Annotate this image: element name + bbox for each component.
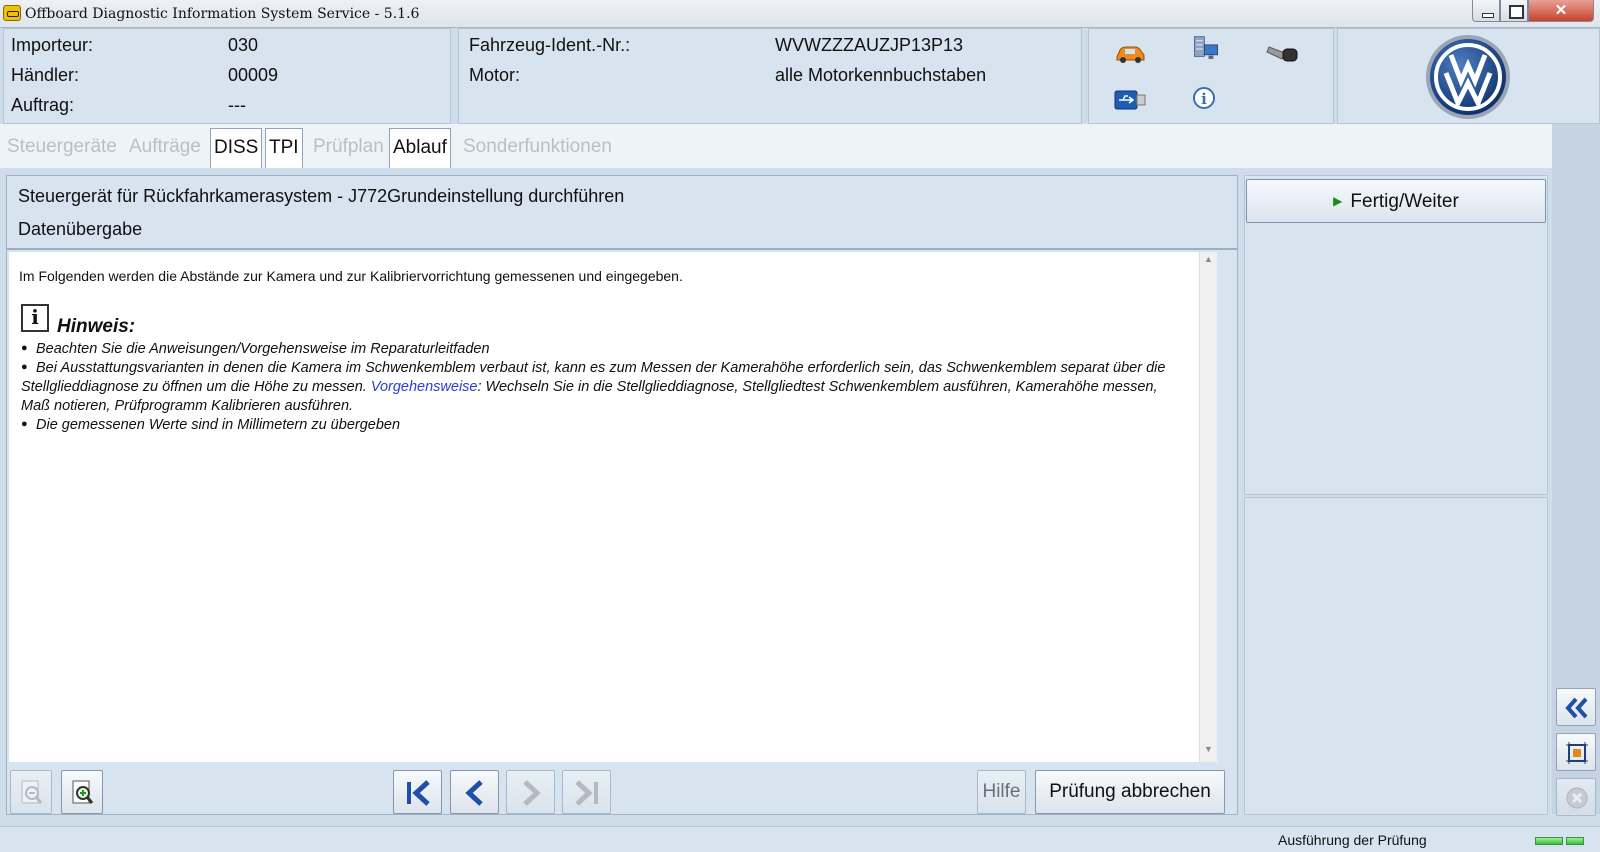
logo-panel [1337,28,1600,124]
title-bar: Offboard Diagnostic Information System S… [0,0,1600,28]
tab-pruefplan[interactable]: Prüfplan [310,128,387,168]
window-title: Offboard Diagnostic Information System S… [25,6,420,22]
tab-sonderfunktionen[interactable]: Sonderfunktionen [460,128,615,168]
importeur-value: 030 [228,35,259,55]
cancel-session-button[interactable] [1556,778,1596,816]
order-info-panel: Importeur: 030 Händler: 00009 Auftrag: -… [3,28,451,124]
importeur-label: Importeur: [11,35,94,55]
status-text: Ausführung der Prüfung [1278,832,1427,848]
help-button[interactable]: Hilfe [977,770,1026,814]
close-circle-icon [1566,787,1588,809]
auftrag-value: --- [228,95,246,115]
tab-bar: Steuergeräte Aufträge DISS TPI Prüfplan … [0,124,1552,168]
list-item: ● Die gemessenen Werte sind in Millimeter… [21,417,401,433]
fin-label: Fahrzeug-Ident.-Nr.: [469,35,631,55]
hinweis-heading: Hinweis: [57,316,136,337]
car-icon[interactable] [1113,39,1147,67]
scroll-down-icon[interactable]: ▼ [1200,744,1217,760]
vehicle-info-panel: Fahrzeug-Ident.-Nr.: WVWZZZAUZJP13P13 Mo… [458,28,1082,124]
step-header: Steuergerät für Rückfahrkamerasystem - J… [7,176,1237,250]
maximize-button[interactable] [1500,0,1528,22]
progress-indicator [1566,837,1584,845]
screenshot-button[interactable] [1556,733,1596,771]
auftrag-label: Auftrag: [11,95,75,115]
step-title: Steuergerät für Rückfahrkamerasystem - J… [18,186,625,206]
step-subtitle: Datenübergabe [18,219,143,239]
minimize-button[interactable] [1472,0,1500,22]
list-item: ● Bei Ausstattungsvarianten in denen die … [21,360,1166,414]
status-bar: Ausführung der Prüfung [0,826,1600,852]
key-icon[interactable] [1265,39,1299,67]
next-step-button[interactable] [506,770,555,814]
hint-list: ● Beachten Sie die Anweisungen/Vorgehensw… [21,340,1181,435]
first-step-button[interactable] [393,770,442,814]
previous-step-button[interactable] [450,770,499,814]
usb-icon[interactable] [1113,87,1147,115]
haendler-value: 00009 [228,65,279,85]
haendler-label: Händler: [11,65,80,85]
network-computer-icon[interactable] [1189,35,1223,63]
info-box-icon: i [21,304,49,332]
list-item: ● Beachten Sie die Anweisungen/Vorgehensw… [21,341,490,357]
motor-label: Motor: [469,65,521,85]
tab-steuergeraete[interactable]: Steuergeräte [4,128,120,168]
app-icon [3,5,21,21]
info-icon[interactable]: i [1189,85,1223,113]
progress-indicator [1535,837,1563,845]
main-panel: Steuergerät für Rückfahrkamerasystem - J… [6,175,1238,815]
hint-text-3: Die gemessenen Werte sind in Millimetern… [36,417,401,433]
play-icon: ▶ [1333,194,1343,208]
right-panel-bottom [1244,497,1548,815]
frame-capture-icon [1566,742,1588,764]
zoom-in-icon [72,780,94,804]
abort-test-button[interactable]: Prüfung abbrechen [1035,770,1225,814]
instruction-area: Im Folgenden werden die Abstände zur Kam… [9,252,1217,762]
chevron-left-icon [465,780,483,806]
tab-auftraege[interactable]: Aufträge [126,128,204,168]
close-button[interactable]: ✕ [1528,0,1594,22]
intro-text: Im Folgenden werden die Abstände zur Kam… [19,268,683,284]
fertig-weiter-label: Fertig/Weiter [1350,191,1459,212]
zoom-out-button[interactable] [10,770,52,814]
tab-diss[interactable]: DISS [210,128,263,168]
last-step-button[interactable] [562,770,611,814]
collapse-button[interactable] [1556,688,1596,726]
tab-tpi[interactable]: TPI [265,128,303,168]
chevron-right-icon [523,780,541,806]
fertig-weiter-button[interactable]: ▶ Fertig/Weiter [1246,179,1546,223]
zoom-in-button[interactable] [61,770,103,814]
vertical-scrollbar[interactable]: ▲ ▼ [1199,252,1217,762]
hint-text-1: Beachten Sie die Anweisungen/Vorgehenswe… [36,341,490,357]
fin-value: WVWZZZAUZJP13P13 [775,35,964,55]
first-step-icon [407,780,430,806]
scroll-up-icon[interactable]: ▲ [1200,254,1217,270]
vw-logo-icon [1426,35,1510,119]
right-panel-top [1244,175,1548,495]
close-icon: ✕ [1554,2,1568,19]
status-icons-panel: i [1088,28,1334,124]
motor-value: alle Motorkennbuchstaben [775,65,987,85]
svg-text:i: i [1201,90,1207,108]
zoom-out-icon [21,780,43,804]
last-step-icon [575,780,598,806]
vorgehensweise-link[interactable]: Vorgehensweise [371,379,478,395]
tab-ablauf[interactable]: Ablauf [389,128,451,168]
double-chevron-left-icon [1565,697,1588,719]
